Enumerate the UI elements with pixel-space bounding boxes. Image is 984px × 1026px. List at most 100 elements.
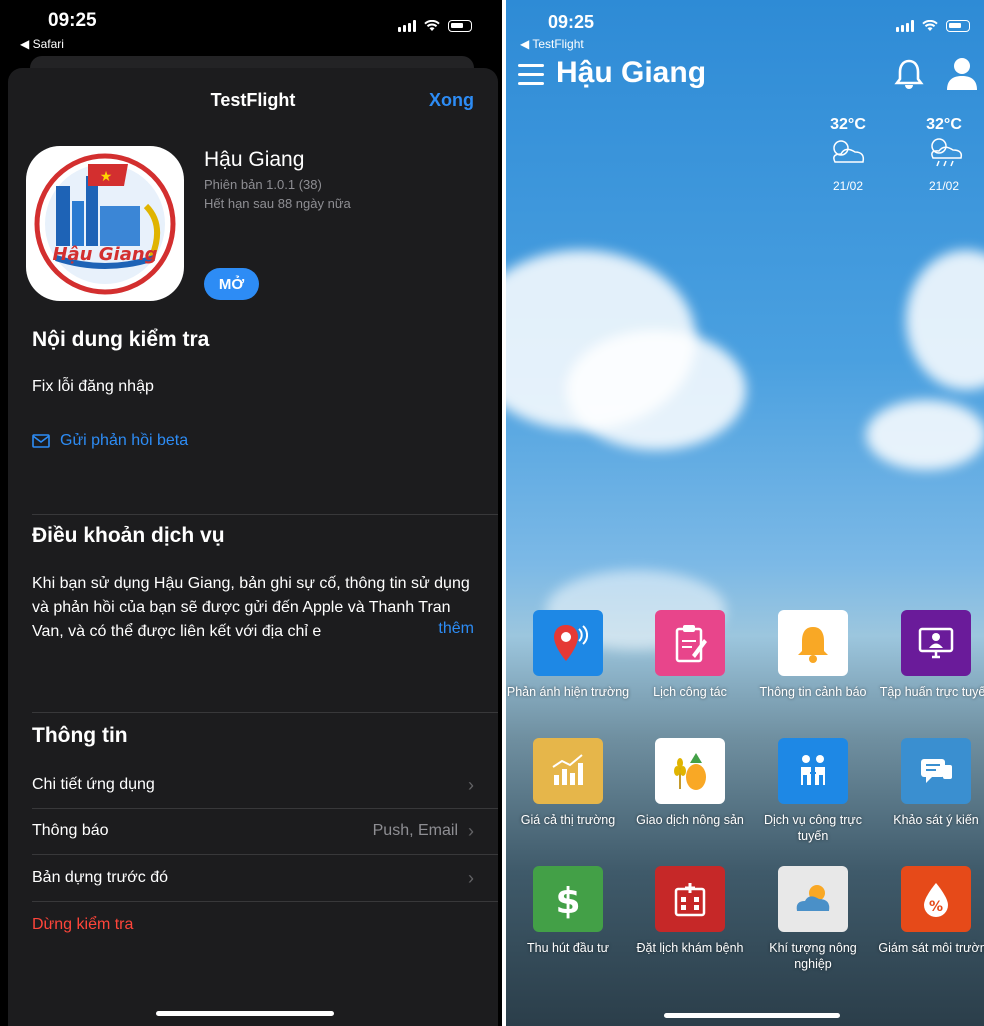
app-icon: ★ Hậu Giang	[26, 146, 184, 301]
terms-body: Khi bạn sử dụng Hậu Giang, bản ghi sự cố…	[32, 575, 470, 640]
info-row-previous-builds[interactable]: Bản dựng trước đó ›	[32, 855, 474, 901]
tile-label: Giao dịch nông sản	[636, 813, 744, 827]
feedback-link-label: Gửi phản hồi beta	[60, 432, 189, 449]
home-indicator	[664, 1013, 840, 1018]
info-row-app-details[interactable]: Chi tiết ứng dụng ›	[32, 762, 474, 808]
cloud	[566, 330, 746, 450]
weather-tomorrow: 32°C 21/02	[914, 116, 974, 193]
status-indicators	[896, 20, 970, 32]
hau-giang-app-screen: 09:25 ◀ TestFlight Hậu Giang 32°C 21/02 …	[506, 0, 984, 1026]
info-row-label: Bản dựng trước đó	[32, 869, 168, 886]
weather-today: 32°C 21/02	[818, 116, 878, 193]
signal-icon	[896, 20, 914, 32]
tile-label: Phản ánh hiện trường	[506, 685, 630, 699]
tile-label: Thông tin cảnh báo	[759, 685, 867, 699]
tile-agri-trade[interactable]: Giao dịch nông sản	[628, 738, 752, 828]
tile-medical-booking[interactable]: Đặt lịch khám bệnh	[628, 866, 752, 956]
menu-icon[interactable]	[518, 64, 544, 86]
info-row-label: Chi tiết ứng dụng	[32, 776, 155, 793]
status-indicators	[398, 20, 472, 32]
cloud	[906, 250, 984, 390]
terms-more-link[interactable]: thêm	[432, 620, 474, 638]
divider	[32, 712, 498, 713]
tile-label: Dịch vụ công trực tuyến	[764, 813, 862, 843]
tile-survey[interactable]: Khảo sát ý kiến	[874, 738, 984, 828]
svg-text:%: %	[929, 899, 943, 915]
chat-bubble-icon	[901, 738, 971, 804]
pineapple-rice-icon	[655, 738, 725, 804]
tile-label: Khảo sát ý kiến	[893, 813, 979, 827]
signal-icon	[398, 20, 416, 32]
info-heading: Thông tin	[32, 724, 128, 747]
wifi-icon	[424, 20, 440, 31]
app-icon-label: Hậu Giang	[52, 244, 157, 265]
clipboard-edit-icon	[655, 610, 725, 676]
feedback-link[interactable]: Gửi phản hồi beta	[32, 432, 188, 450]
tile-label: Giám sát môi trường	[878, 941, 984, 955]
weather-sun-cloud-icon	[778, 866, 848, 932]
tile-label: Lịch công tác	[653, 685, 727, 699]
drop-percent-icon: %	[901, 866, 971, 932]
chevron-right-icon: ›	[468, 867, 474, 888]
open-button[interactable]: MỞ	[204, 268, 259, 300]
tile-alerts[interactable]: Thông tin cảnh báo	[751, 610, 875, 700]
info-row-label: Thông báo	[32, 822, 109, 839]
test-content-heading: Nội dung kiểm tra	[32, 328, 210, 351]
tile-work-schedule[interactable]: Lịch công tác	[628, 610, 752, 700]
status-time: 09:25	[48, 10, 97, 31]
chart-up-icon	[533, 738, 603, 804]
bell-icon[interactable]	[894, 58, 924, 90]
tile-agri-meteorology[interactable]: Khí tượng nông nghiệp	[751, 866, 875, 972]
app-name: Hậu Giang	[204, 148, 305, 171]
app-version: Phiên bản 1.0.1 (38)	[204, 177, 322, 192]
cloud	[866, 400, 984, 470]
dollar-icon: $	[533, 866, 603, 932]
nav-title: TestFlight	[210, 90, 296, 110]
tile-label: Đặt lịch khám bệnh	[636, 941, 744, 955]
chevron-right-icon: ›	[468, 820, 474, 841]
weather-temp: 32°C	[830, 116, 866, 133]
done-button[interactable]: Xong	[429, 90, 474, 111]
handshake-icon	[778, 738, 848, 804]
info-row-value: Push, Email	[372, 822, 458, 839]
divider	[32, 514, 498, 515]
monitor-user-icon	[901, 610, 971, 676]
chevron-right-icon: ›	[468, 774, 474, 795]
wifi-icon	[922, 20, 938, 31]
status-time: 09:25	[548, 12, 595, 32]
tile-label: Thu hút đầu tư	[526, 941, 610, 955]
hospital-icon	[655, 866, 725, 932]
home-indicator	[156, 1011, 334, 1016]
tile-online-training[interactable]: Tập huấn trực tuyến	[874, 610, 984, 700]
alarm-bell-icon	[778, 610, 848, 676]
tile-market-prices[interactable]: Giá cả thị trường	[506, 738, 630, 828]
tile-label: Tập huấn trực tuyến	[879, 685, 984, 699]
back-to-safari[interactable]: ◀ Safari	[20, 37, 64, 51]
sun-rain-icon	[931, 138, 963, 167]
tile-label: Khí tượng nông nghiệp	[769, 941, 857, 971]
battery-icon	[946, 20, 970, 32]
mail-icon	[32, 434, 50, 448]
divider	[32, 901, 498, 902]
test-content-body: Fix lỗi đăng nhập	[32, 378, 154, 395]
tile-label: Giá cả thị trường	[520, 813, 616, 827]
user-icon[interactable]	[946, 56, 978, 92]
stop-testing-button[interactable]: Dừng kiểm tra	[32, 916, 133, 934]
app-expiry: Hết hạn sau 88 ngày nữa	[204, 196, 351, 211]
terms-heading: Điều khoản dịch vụ	[32, 524, 225, 547]
weather-date: 21/02	[928, 179, 960, 193]
status-bar: 09:25 ◀ Safari	[0, 0, 502, 56]
info-row-notifications[interactable]: Thông báo Push, Email ›	[32, 808, 474, 854]
svg-text:★: ★	[100, 169, 113, 185]
battery-icon	[448, 20, 472, 32]
back-to-testflight[interactable]: ◀ TestFlight	[520, 37, 584, 51]
tile-environment[interactable]: % Giám sát môi trường	[874, 866, 984, 956]
location-pin-icon	[533, 610, 603, 676]
svg-text:$: $	[555, 881, 580, 921]
partly-cloudy-icon	[833, 140, 865, 163]
tile-investment[interactable]: $ Thu hút đầu tư	[506, 866, 630, 956]
weather-temp: 32°C	[926, 116, 962, 133]
tile-field-report[interactable]: Phản ánh hiện trường	[506, 610, 630, 700]
tile-public-services[interactable]: Dịch vụ công trực tuyến	[751, 738, 875, 844]
testflight-screen: 09:25 ◀ Safari TestFlight Xong ★ Hậu Gia…	[0, 0, 502, 1026]
